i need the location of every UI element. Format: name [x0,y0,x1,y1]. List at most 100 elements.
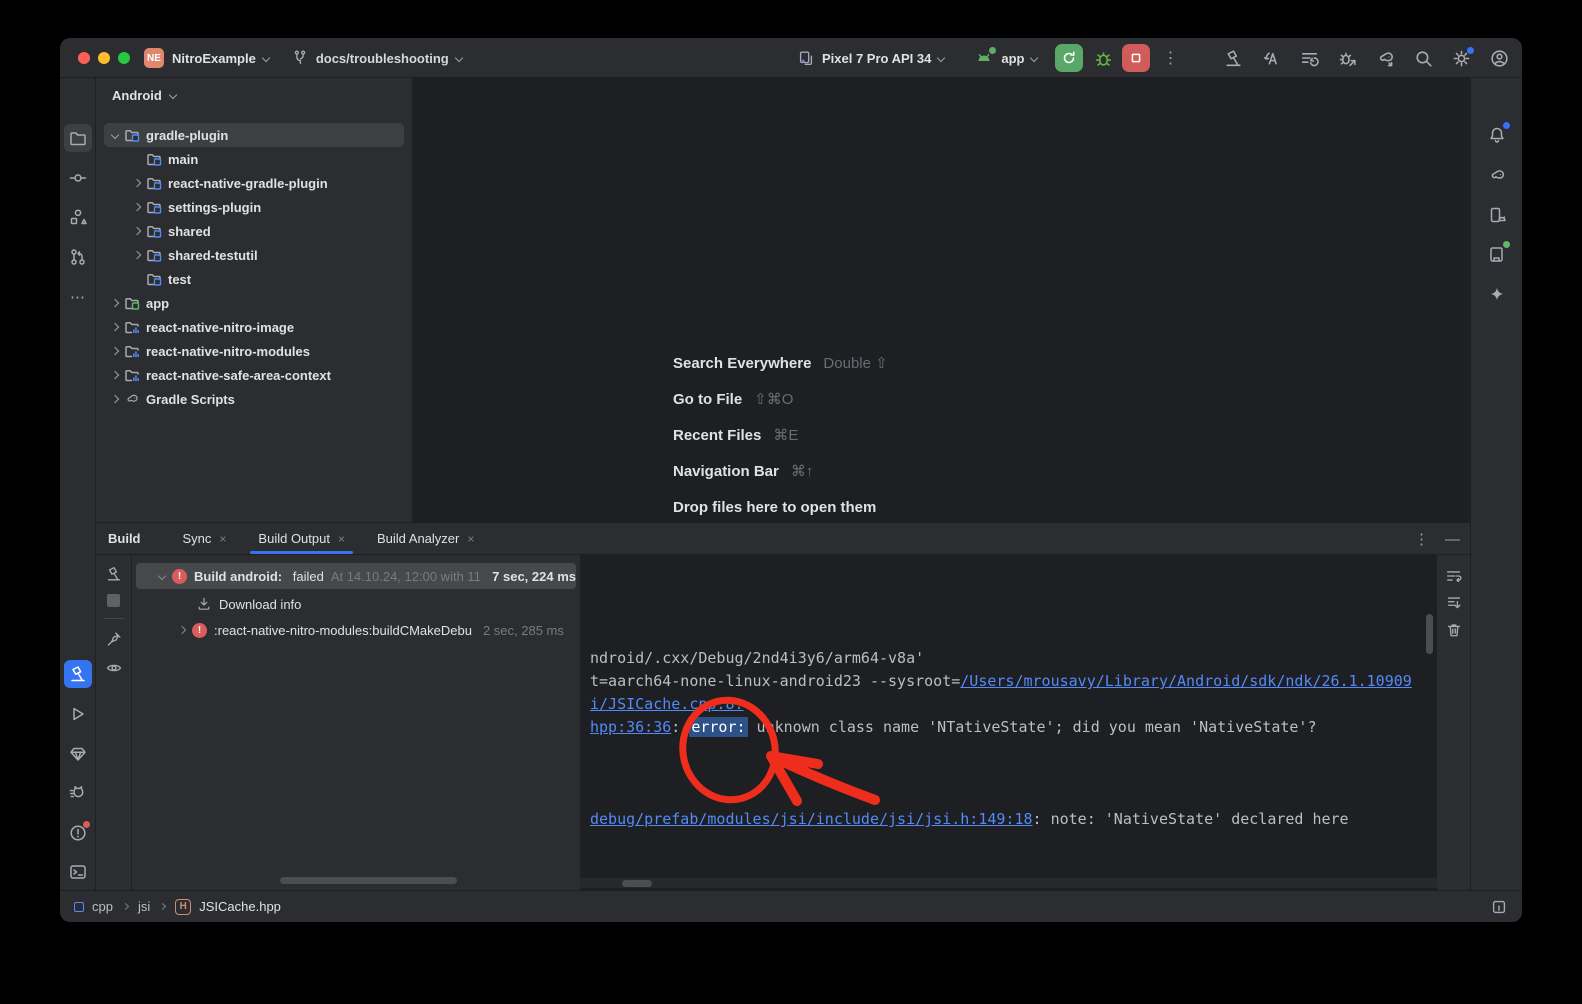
problems-button[interactable] [64,819,92,847]
resource-manager-button[interactable] [64,203,92,231]
project-badge: NE [144,48,164,68]
app-insights-button[interactable] [64,740,92,768]
minimize-window-button[interactable] [98,52,110,64]
breadcrumb-file[interactable]: JSICache.hpp [199,899,281,914]
horizontal-scrollbar[interactable] [622,880,652,887]
pin-tab-button[interactable] [105,630,123,648]
gemini-button[interactable] [1483,281,1511,309]
close-icon[interactable]: × [338,532,345,546]
logcat-button[interactable] [64,779,92,807]
branch-selector[interactable]: docs/troubleshooting [291,49,462,67]
tree-item-app[interactable]: app [104,291,404,315]
chevron-right-icon[interactable] [178,626,186,634]
tab-build-analyzer[interactable]: Build Analyzer × [365,523,486,554]
run-play-icon [68,704,88,724]
project-selector[interactable]: NitroExample [172,51,269,66]
failed-task-row[interactable]: ! :react-native-nitro-modules:buildCMake… [136,617,576,643]
gradle-button[interactable] [1483,162,1511,190]
soft-wrap-button[interactable] [1445,567,1463,585]
chevron-right-icon[interactable] [133,227,141,235]
chevron-right-icon[interactable] [111,395,119,403]
file-link[interactable]: i/JSICache.cpp:8: [590,695,744,713]
tab-build-output[interactable]: Build Output × [246,523,357,554]
tree-item-react-native-safe-area-context[interactable]: react-native-safe-area-context [104,363,404,387]
notifications-button[interactable] [1483,121,1511,149]
run-tool-button[interactable] [64,700,92,728]
tree-item-react-native-gradle-plugin[interactable]: react-native-gradle-plugin [104,171,404,195]
project-view-selector[interactable]: Android [96,78,412,112]
tree-item-main[interactable]: main [104,147,404,171]
gradle-sync-button[interactable] [1375,48,1396,69]
build-hammer-button[interactable] [1223,48,1244,69]
tree-item-gradle-scripts[interactable]: Gradle Scripts [104,387,404,411]
chevron-down-icon[interactable] [111,131,119,139]
tree-item-shared[interactable]: shared [104,219,404,243]
scroll-to-end-button[interactable] [1445,594,1463,612]
status-bar: cpp jsi H JSICache.hpp [60,890,1522,922]
tree-item-shared-testutil[interactable]: shared-testutil [104,243,404,267]
tree-item-settings-plugin[interactable]: settings-plugin [104,195,404,219]
more-tools-button[interactable]: ⋯ [64,283,92,311]
hide-panel-button[interactable]: — [1445,531,1460,548]
running-devices-button[interactable] [1483,240,1511,268]
build-root-row[interactable]: ! Build android: failed At 14.10.24, 12:… [136,563,576,589]
chevron-right-icon[interactable] [111,347,119,355]
chevron-down-icon[interactable] [158,572,166,580]
horizontal-scrollbar[interactable] [280,877,457,884]
tree-item-test[interactable]: test [104,267,404,291]
pull-requests-button[interactable] [64,243,92,271]
translate-button[interactable] [1261,48,1282,69]
breadcrumb-jsi[interactable]: jsi [138,899,150,914]
stop-build-button[interactable] [107,594,120,607]
chevron-right-icon[interactable] [133,251,141,259]
download-info-row[interactable]: Download info [136,591,576,617]
tree-item-react-native-nitro-modules[interactable]: react-native-nitro-modules [104,339,404,363]
clear-all-button[interactable] [1445,621,1463,639]
stop-square-icon [107,594,120,607]
build-panel-header: Build Sync × Build Output × Build Analyz… [96,523,1470,555]
build-history-button[interactable] [1299,48,1320,69]
search-button[interactable] [1413,48,1434,69]
project-tree: gradle-plugin main react-native-gradle-p… [96,123,412,411]
build-tool-button[interactable] [64,660,92,688]
more-run-actions-button[interactable]: ⋮ [1162,48,1178,68]
tab-sync[interactable]: Sync × [171,523,239,554]
search-icon [1413,48,1434,69]
file-link[interactable]: hpp:36:36 [590,718,671,736]
file-link[interactable]: /Users/mrousavy/Library/Android/sdk/ndk/… [960,672,1412,690]
vertical-scrollbar[interactable] [1426,614,1433,654]
debug-button[interactable] [1093,48,1114,69]
build-hammer-icon [68,664,88,684]
stop-button[interactable] [1122,44,1150,72]
tree-item-gradle-plugin[interactable]: gradle-plugin [104,123,404,147]
attach-debugger-button[interactable] [1337,48,1358,69]
close-icon[interactable]: × [467,532,474,546]
module-icon [74,902,84,912]
zoom-window-button[interactable] [118,52,130,64]
chevron-right-icon[interactable] [133,203,141,211]
reader-mode-button[interactable] [1490,898,1508,916]
eye-icon [105,659,123,677]
project-tool-button[interactable] [64,124,92,152]
profile-button[interactable] [1489,48,1510,69]
settings-button[interactable] [1451,48,1472,69]
rerun-button[interactable] [1055,44,1083,72]
close-window-button[interactable] [78,52,90,64]
breadcrumb-cpp[interactable]: cpp [92,899,113,914]
device-manager-icon [1487,205,1507,225]
commit-tool-button[interactable] [64,164,92,192]
chevron-right-icon[interactable] [111,299,119,307]
file-link[interactable]: debug/prefab/modules/jsi/include/jsi/jsi… [590,810,1033,828]
terminal-button[interactable] [64,858,92,886]
device-manager-button[interactable] [1483,201,1511,229]
chevron-right-icon[interactable] [111,371,119,379]
device-selector[interactable]: Pixel 7 Pro API 34 [797,49,944,67]
run-config-selector[interactable]: app [974,48,1037,68]
chevron-right-icon[interactable] [133,179,141,187]
filters-button[interactable] [105,659,123,677]
close-icon[interactable]: × [219,532,226,546]
chevron-right-icon[interactable] [111,323,119,331]
panel-options-button[interactable]: ⋮ [1414,530,1429,548]
tree-item-react-native-nitro-image[interactable]: react-native-nitro-image [104,315,404,339]
restart-build-button[interactable] [105,565,123,583]
